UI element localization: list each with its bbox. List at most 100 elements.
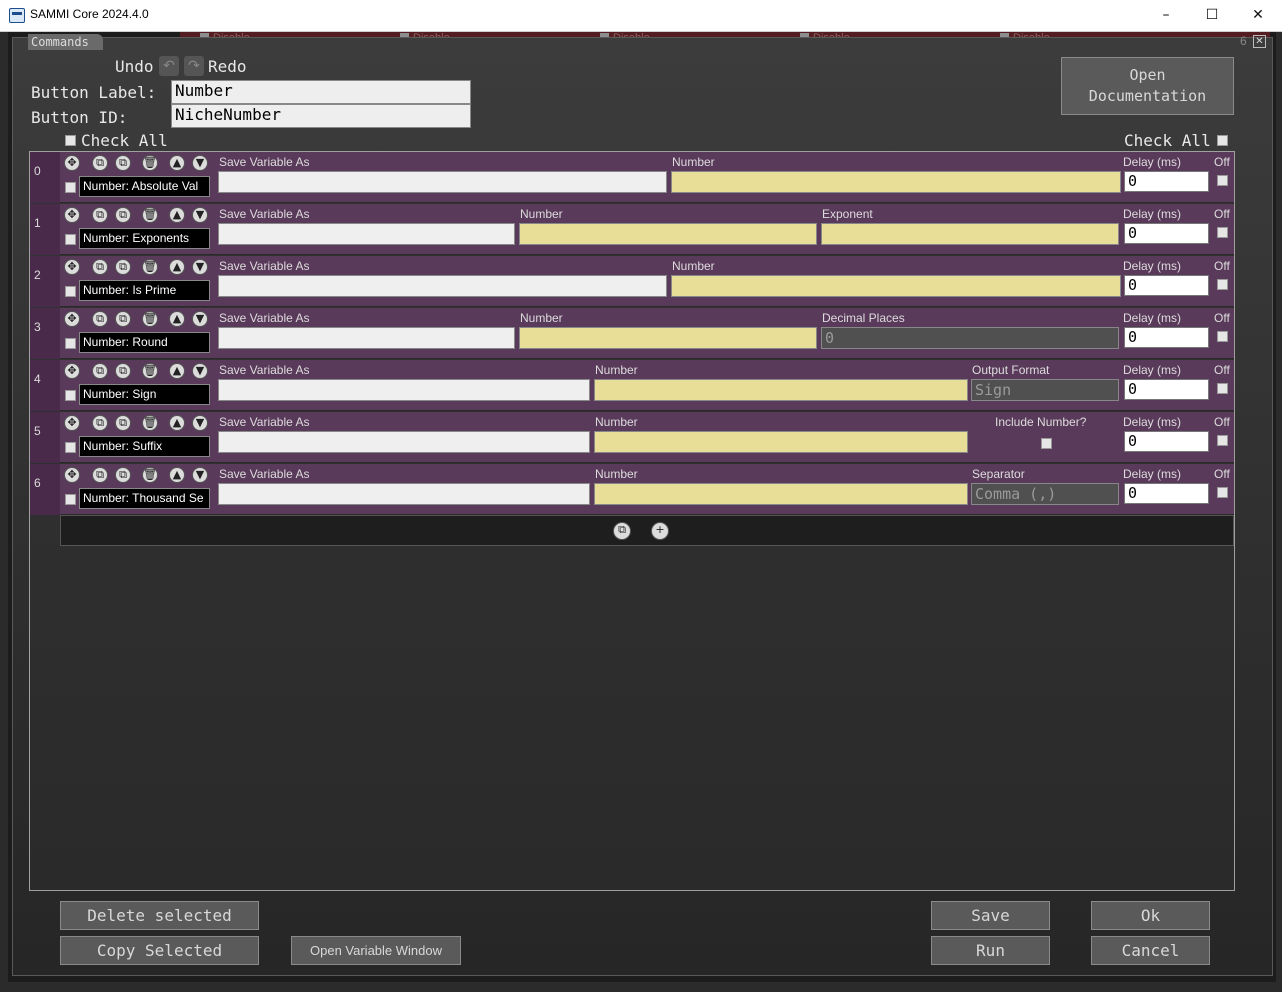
commands-tab[interactable]: Commands	[28, 34, 103, 50]
move-down-icon[interactable]: ▼	[192, 155, 208, 171]
field-input[interactable]	[594, 483, 968, 505]
delete-icon[interactable]: 🗑	[142, 207, 158, 223]
move-icon[interactable]: ✥	[64, 155, 80, 171]
off-checkbox[interactable]	[1217, 175, 1228, 186]
move-down-icon[interactable]: ▼	[192, 363, 208, 379]
move-up-icon[interactable]: ▲	[169, 311, 185, 327]
check-all-right-checkbox[interactable]	[1217, 135, 1228, 146]
duplicate-icon[interactable]: ⧉	[92, 311, 108, 327]
move-icon[interactable]: ✥	[64, 415, 80, 431]
duplicate-icon[interactable]: ⧉	[92, 207, 108, 223]
paste-command-icon[interactable]: ⧉	[613, 522, 631, 540]
off-checkbox[interactable]	[1217, 227, 1228, 238]
undo-icon[interactable]: ↶	[159, 56, 179, 76]
move-icon[interactable]: ✥	[64, 467, 80, 483]
field-input[interactable]	[218, 379, 590, 401]
delete-icon[interactable]: 🗑	[142, 415, 158, 431]
dialog-close-icon[interactable]: ✕	[1253, 35, 1266, 48]
cancel-button[interactable]: Cancel	[1091, 936, 1210, 965]
move-icon[interactable]: ✥	[64, 207, 80, 223]
field-input[interactable]	[671, 275, 1121, 297]
ok-button[interactable]: Ok	[1091, 901, 1210, 930]
row-select-checkbox[interactable]	[65, 182, 76, 193]
off-checkbox[interactable]	[1217, 383, 1228, 394]
row-select-checkbox[interactable]	[65, 390, 76, 401]
copy-icon[interactable]: ⧉	[115, 311, 131, 327]
row-select-checkbox[interactable]	[65, 286, 76, 297]
duplicate-icon[interactable]: ⧉	[92, 363, 108, 379]
field-input[interactable]	[218, 483, 590, 505]
field-input[interactable]	[218, 223, 515, 245]
open-documentation-button[interactable]: Open Documentation	[1061, 57, 1234, 115]
button-id-input[interactable]: NicheNumber	[171, 104, 471, 128]
delay-input[interactable]: 0	[1124, 431, 1209, 452]
move-up-icon[interactable]: ▲	[169, 363, 185, 379]
copy-icon[interactable]: ⧉	[115, 259, 131, 275]
include-number-checkbox[interactable]	[1041, 438, 1052, 449]
delay-input[interactable]: 0	[1124, 379, 1209, 400]
maximize-button[interactable]: ☐	[1189, 0, 1235, 31]
command-name[interactable]: Number: Round	[79, 332, 210, 353]
copy-icon[interactable]: ⧉	[115, 415, 131, 431]
duplicate-icon[interactable]: ⧉	[92, 467, 108, 483]
command-name[interactable]: Number: Absolute Val	[79, 176, 210, 197]
row-select-checkbox[interactable]	[65, 338, 76, 349]
field-input[interactable]	[218, 431, 590, 453]
row-select-checkbox[interactable]	[65, 442, 76, 453]
delete-icon[interactable]: 🗑	[142, 363, 158, 379]
field-input[interactable]	[594, 431, 968, 453]
field-input[interactable]: Sign	[971, 379, 1119, 401]
delay-input[interactable]: 0	[1124, 483, 1209, 504]
field-input[interactable]: 0	[821, 327, 1119, 349]
delete-icon[interactable]: 🗑	[142, 155, 158, 171]
row-select-checkbox[interactable]	[65, 234, 76, 245]
off-checkbox[interactable]	[1217, 435, 1228, 446]
minimize-button[interactable]: –	[1143, 0, 1189, 31]
command-name[interactable]: Number: Is Prime	[79, 280, 210, 301]
open-variable-window-button[interactable]: Open Variable Window	[291, 936, 461, 965]
delete-icon[interactable]: 🗑	[142, 311, 158, 327]
field-input[interactable]	[218, 275, 667, 297]
field-input[interactable]: Comma (,)	[971, 483, 1119, 505]
move-up-icon[interactable]: ▲	[169, 259, 185, 275]
add-command-icon[interactable]: +	[651, 522, 669, 540]
off-checkbox[interactable]	[1217, 331, 1228, 342]
delete-icon[interactable]: 🗑	[142, 467, 158, 483]
move-up-icon[interactable]: ▲	[169, 155, 185, 171]
move-down-icon[interactable]: ▼	[192, 311, 208, 327]
command-name[interactable]: Number: Suffix	[79, 436, 210, 457]
run-button[interactable]: Run	[931, 936, 1050, 965]
close-button[interactable]: ✕	[1235, 0, 1281, 31]
command-name[interactable]: Number: Sign	[79, 384, 210, 405]
move-down-icon[interactable]: ▼	[192, 259, 208, 275]
off-checkbox[interactable]	[1217, 279, 1228, 290]
move-icon[interactable]: ✥	[64, 311, 80, 327]
delay-input[interactable]: 0	[1124, 171, 1209, 192]
command-name[interactable]: Number: Exponents	[79, 228, 210, 249]
save-button[interactable]: Save	[931, 901, 1050, 930]
field-input[interactable]	[519, 327, 817, 349]
move-up-icon[interactable]: ▲	[169, 415, 185, 431]
move-down-icon[interactable]: ▼	[192, 415, 208, 431]
delete-icon[interactable]: 🗑	[142, 259, 158, 275]
move-down-icon[interactable]: ▼	[192, 467, 208, 483]
copy-selected-button[interactable]: Copy Selected	[60, 936, 259, 965]
duplicate-icon[interactable]: ⧉	[92, 259, 108, 275]
field-input[interactable]	[519, 223, 817, 245]
copy-icon[interactable]: ⧉	[115, 467, 131, 483]
delete-selected-button[interactable]: Delete selected	[60, 901, 259, 930]
field-input[interactable]	[594, 379, 968, 401]
delay-input[interactable]: 0	[1124, 275, 1209, 296]
duplicate-icon[interactable]: ⧉	[92, 415, 108, 431]
move-icon[interactable]: ✥	[64, 259, 80, 275]
redo-icon[interactable]: ↷	[184, 56, 204, 76]
duplicate-icon[interactable]: ⧉	[92, 155, 108, 171]
move-up-icon[interactable]: ▲	[169, 467, 185, 483]
copy-icon[interactable]: ⧉	[115, 363, 131, 379]
field-input[interactable]	[821, 223, 1119, 245]
delay-input[interactable]: 0	[1124, 327, 1209, 348]
copy-icon[interactable]: ⧉	[115, 155, 131, 171]
copy-icon[interactable]: ⧉	[115, 207, 131, 223]
check-all-left-checkbox[interactable]	[65, 135, 76, 146]
off-checkbox[interactable]	[1217, 487, 1228, 498]
